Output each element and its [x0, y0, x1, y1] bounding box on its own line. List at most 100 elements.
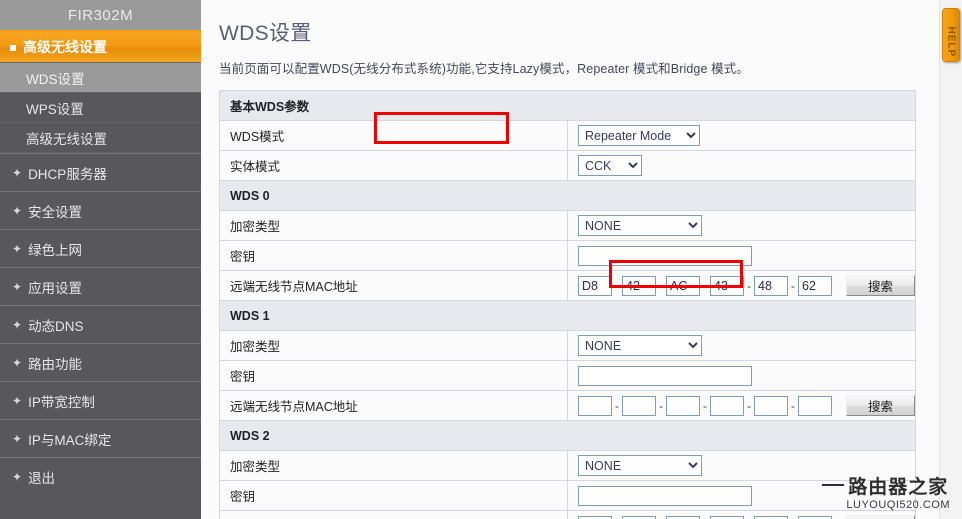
sidebar-item-label: 高级无线设置 [26, 131, 107, 147]
sidebar-item-label: IP与MAC绑定 [28, 432, 112, 448]
dash-separator: - [659, 398, 663, 413]
sidebar-item-ip-bandwidth-control[interactable]: ✦ IP带宽控制 [0, 381, 201, 419]
dash-separator: - [747, 278, 751, 293]
sidebar-item-green-internet[interactable]: ✦ 绿色上网 [0, 229, 201, 267]
wds0-mac-octet-6[interactable] [798, 275, 832, 296]
brand-title: FIR302M [0, 0, 201, 32]
help-tab-button[interactable]: HELP [942, 8, 960, 62]
watermark: 路由器之家 LUYOUQI520.COM [846, 478, 950, 511]
plus-icon: ✦ [12, 317, 23, 332]
watermark-rule [822, 484, 844, 486]
square-bullet-icon [10, 44, 16, 51]
wds-mode-select[interactable]: Repeater Mode [578, 125, 700, 146]
sidebar-item-label: 安全设置 [28, 204, 83, 220]
wds2-search-button[interactable]: 搜索 [846, 515, 915, 519]
wds2-mac-octet-5[interactable] [754, 515, 788, 519]
dash-separator: - [615, 398, 619, 413]
wds-mode-label: WDS模式 [219, 120, 568, 151]
sidebar-item-label: DHCP服务器 [28, 166, 107, 182]
wds0-mac-octet-1[interactable] [578, 275, 612, 296]
wds1-mac-octet-3[interactable] [666, 395, 700, 416]
sidebar-item-label: 路由功能 [28, 356, 83, 372]
wds1-mac-octet-5[interactable] [754, 395, 788, 416]
sidebar-item-wps-settings[interactable]: WPS设置 [0, 93, 201, 123]
section-title-wds0: WDS 0 [219, 180, 916, 211]
wds2-mac-octet-1[interactable] [578, 515, 612, 519]
sidebar-item-label: IP带宽控制 [28, 394, 95, 410]
sidebar-item-dynamic-dns[interactable]: ✦ 动态DNS [0, 305, 201, 343]
key-cell [567, 240, 916, 271]
sidebar-item-advanced-wireless[interactable]: 高级无线设置 [0, 123, 201, 153]
wds2-mac-group: - - - - - 搜索 [578, 515, 915, 519]
table-row: 远端无线节点MAC地址 - - - - - [219, 510, 916, 519]
plus-icon: ✦ [12, 469, 23, 484]
mac-cell: - - - - - 搜索 [567, 510, 916, 519]
sidebar-group-advanced-wireless[interactable]: 高级无线设置 [0, 32, 201, 63]
wds1-search-button[interactable]: 搜索 [846, 395, 915, 416]
wds2-key-input[interactable] [578, 485, 752, 506]
encryption-cell: NONE [567, 210, 916, 241]
sidebar-item-ip-mac-binding[interactable]: ✦ IP与MAC绑定 [0, 419, 201, 457]
wds-mode-cell: Repeater Mode [567, 120, 916, 151]
section-title-wds1: WDS 1 [219, 300, 916, 331]
mac-cell: - - - - - 搜索 [567, 270, 916, 301]
main-content: WDS设置 当前页面可以配置WDS(无线分布式系统)功能,它支持Lazy模式，R… [201, 0, 962, 519]
table-row: WDS模式 Repeater Mode [219, 120, 916, 151]
sidebar-item-logout[interactable]: ✦ 退出 [0, 457, 201, 495]
phy-mode-label: 实体模式 [219, 150, 568, 181]
sidebar-item-label: 退出 [28, 470, 56, 486]
sidebar-item-label: 应用设置 [28, 280, 83, 296]
phy-mode-select[interactable]: CCK [578, 155, 642, 176]
wds1-mac-octet-6[interactable] [798, 395, 832, 416]
plus-icon: ✦ [12, 355, 23, 370]
watermark-en-text: LUYOUQI520.COM [846, 499, 950, 511]
wds0-key-input[interactable] [578, 245, 752, 266]
wds2-mac-octet-4[interactable] [710, 515, 744, 519]
wds-settings-table: 基本WDS参数 WDS模式 Repeater Mode 实体模式 CCK WDS… [219, 90, 916, 519]
table-row: 加密类型 NONE [219, 450, 916, 481]
wds1-encryption-select[interactable]: NONE [578, 335, 702, 356]
wds0-mac-octet-4[interactable] [710, 275, 744, 296]
wds1-mac-octet-2[interactable] [622, 395, 656, 416]
wds1-mac-octet-4[interactable] [710, 395, 744, 416]
encryption-label: 加密类型 [219, 330, 568, 361]
wds0-mac-octet-3[interactable] [666, 275, 700, 296]
plus-icon: ✦ [12, 241, 23, 256]
wds0-mac-octet-2[interactable] [622, 275, 656, 296]
wds0-mac-octet-5[interactable] [754, 275, 788, 296]
sidebar-group-label: 高级无线设置 [23, 39, 107, 55]
sidebar-item-wds-settings[interactable]: WDS设置 [0, 63, 201, 93]
sidebar-item-label: WPS设置 [26, 101, 84, 117]
sidebar-item-label: 绿色上网 [28, 242, 83, 258]
wds1-mac-octet-1[interactable] [578, 395, 612, 416]
plus-icon: ✦ [12, 279, 23, 294]
sidebar-item-security-settings[interactable]: ✦ 安全设置 [0, 191, 201, 229]
dash-separator: - [703, 278, 707, 293]
key-label: 密钥 [219, 480, 568, 511]
sidebar-item-label: WDS设置 [26, 71, 85, 87]
sidebar-item-dhcp-server[interactable]: ✦ DHCP服务器 [0, 153, 201, 191]
wds2-encryption-select[interactable]: NONE [578, 455, 702, 476]
mac-cell: - - - - - 搜索 [567, 390, 916, 421]
section-header-row: 基本WDS参数 [219, 90, 916, 121]
wds1-key-input[interactable] [578, 365, 752, 386]
wds0-encryption-select[interactable]: NONE [578, 215, 702, 236]
section-title-wds2: WDS 2 [219, 420, 916, 451]
key-cell [567, 360, 916, 391]
sidebar-item-routing[interactable]: ✦ 路由功能 [0, 343, 201, 381]
wds0-search-button[interactable]: 搜索 [846, 275, 915, 296]
table-row: 远端无线节点MAC地址 - - - - - [219, 270, 916, 301]
wds2-mac-octet-3[interactable] [666, 515, 700, 519]
encryption-label: 加密类型 [219, 210, 568, 241]
plus-icon: ✦ [12, 165, 23, 180]
dash-separator: - [791, 398, 795, 413]
page-title: WDS设置 [219, 22, 312, 45]
wds2-mac-octet-6[interactable] [798, 515, 832, 519]
wds2-mac-octet-2[interactable] [622, 515, 656, 519]
sidebar-item-application-settings[interactable]: ✦ 应用设置 [0, 267, 201, 305]
dash-separator: - [703, 398, 707, 413]
dash-separator: - [747, 398, 751, 413]
table-row: 远端无线节点MAC地址 - - - - - [219, 390, 916, 421]
table-row: 密钥 [219, 240, 916, 271]
key-label: 密钥 [219, 360, 568, 391]
